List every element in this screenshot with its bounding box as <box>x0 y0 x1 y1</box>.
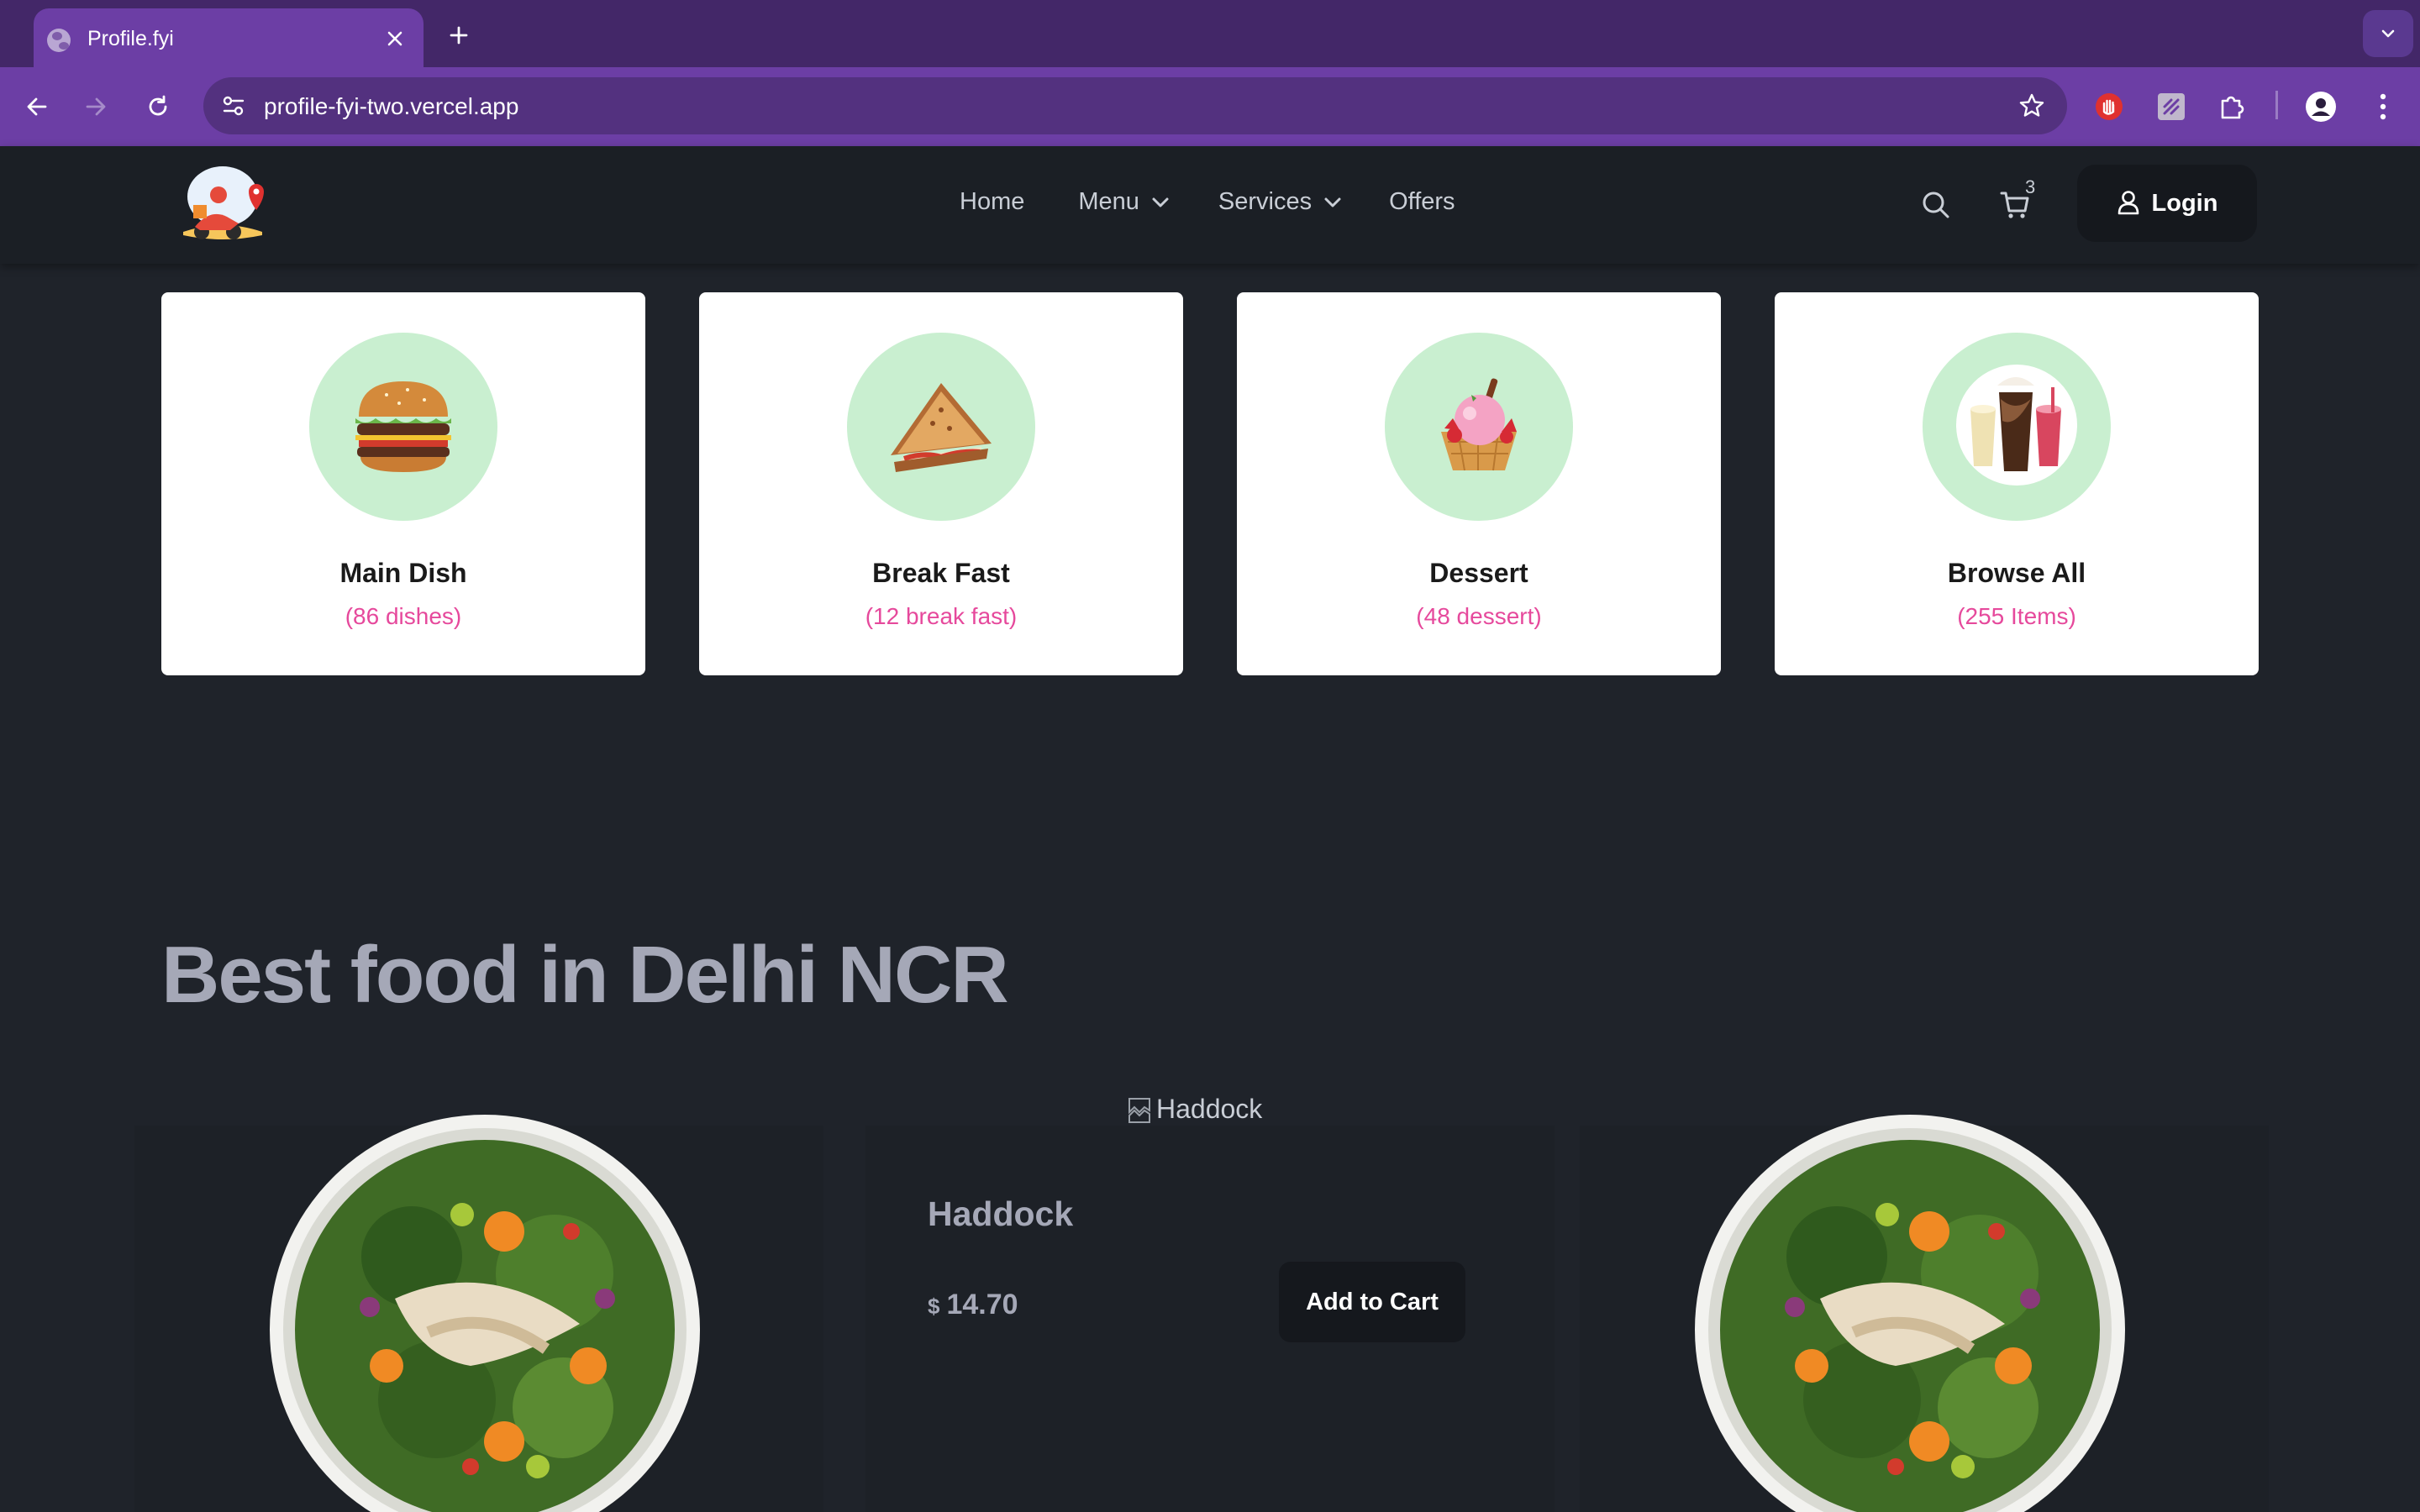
broken-image-placeholder: Haddock <box>1128 1094 1262 1125</box>
category-card-dessert[interactable]: Dessert (48 dessert) <box>1237 292 1721 675</box>
category-image-circle <box>1385 333 1573 521</box>
price-currency: $ <box>928 1294 940 1319</box>
reload-icon[interactable] <box>138 87 178 127</box>
category-name: Main Dish <box>339 558 467 588</box>
category-image-circle <box>309 333 497 521</box>
category-card-break-fast[interactable]: Break Fast (12 break fast) <box>699 292 1183 675</box>
category-card-main-dish[interactable]: Main Dish (86 dishes) <box>161 292 645 675</box>
main-nav: Home Menu Services Offers <box>960 188 1455 216</box>
browser-tab[interactable]: Profile.fyi <box>34 8 424 69</box>
category-name: Break Fast <box>872 558 1010 588</box>
nav-menu-label: Menu <box>1078 188 1139 215</box>
image-alt-text: Haddock <box>1156 1094 1263 1124</box>
address-bar[interactable]: profile-fyi-two.vercel.app <box>203 77 2067 134</box>
ice-cream-icon <box>1424 373 1534 481</box>
salad-image[interactable] <box>269 1114 701 1512</box>
site-settings-icon[interactable] <box>213 86 254 126</box>
salad-image[interactable] <box>1694 1114 2126 1512</box>
browser-tab-strip: Profile.fyi <box>0 0 2420 69</box>
category-image-circle <box>1923 333 2111 521</box>
category-count: (255 Items) <box>1957 603 2076 629</box>
category-image-circle <box>847 333 1035 521</box>
adblock-extension-icon[interactable] <box>2089 87 2129 127</box>
nav-home[interactable]: Home <box>960 188 1024 216</box>
section-title: Best food in Delhi NCR <box>161 930 1009 1020</box>
category-count: (86 dishes) <box>345 603 462 629</box>
category-name: Browse All <box>1947 558 2086 588</box>
nav-menu[interactable]: Menu <box>1078 188 1170 216</box>
broken-image-icon <box>1128 1095 1155 1124</box>
tab-search-chevron-icon[interactable] <box>2363 10 2413 57</box>
new-tab-icon[interactable] <box>440 17 477 54</box>
site-navbar: Home Menu Services Offers 3 Login <box>0 146 2420 264</box>
login-label: Login <box>2151 189 2218 217</box>
tab-title: Profile.fyi <box>87 27 174 50</box>
toolbar-divider <box>2275 91 2278 119</box>
close-tab-icon[interactable] <box>380 24 410 54</box>
user-icon <box>2117 190 2140 218</box>
nav-offers[interactable]: Offers <box>1389 188 1455 216</box>
browser-menu-kebab-icon[interactable] <box>2363 87 2403 127</box>
burger-icon <box>349 375 458 480</box>
chevron-down-icon <box>1151 197 1170 208</box>
food-price: $ 14.70 <box>928 1289 1018 1321</box>
slash-extension-icon[interactable] <box>2151 87 2191 127</box>
extensions-puzzle-icon[interactable] <box>2212 87 2252 127</box>
cart-count-badge: 3 <box>2025 176 2036 197</box>
nav-services[interactable]: Services <box>1218 188 1342 216</box>
search-icon[interactable] <box>1916 185 1956 225</box>
browser-toolbar: profile-fyi-two.vercel.app <box>0 67 2420 146</box>
globe-icon <box>47 29 71 52</box>
back-arrow-icon[interactable] <box>17 87 57 127</box>
category-count: (48 dessert) <box>1416 603 1542 629</box>
add-to-cart-button[interactable]: Add to Cart <box>1279 1262 1465 1342</box>
forward-arrow-icon[interactable] <box>76 87 116 127</box>
url-text[interactable]: profile-fyi-two.vercel.app <box>264 93 518 120</box>
price-amount: 14.70 <box>946 1289 1018 1320</box>
profile-avatar-icon[interactable] <box>2301 87 2341 127</box>
category-count: (12 break fast) <box>865 603 1018 629</box>
site-logo[interactable] <box>176 163 269 247</box>
category-name: Dessert <box>1429 558 1528 588</box>
drinks-icon <box>1954 362 2080 492</box>
nav-services-label: Services <box>1218 188 1313 215</box>
chevron-down-icon <box>1323 197 1342 208</box>
sandwich-icon <box>882 375 1000 480</box>
category-card-browse-all[interactable]: Browse All (255 Items) <box>1775 292 2259 675</box>
bookmark-star-icon[interactable] <box>2012 86 2052 126</box>
food-name: Haddock <box>928 1194 1074 1233</box>
login-button[interactable]: Login <box>2077 165 2257 242</box>
